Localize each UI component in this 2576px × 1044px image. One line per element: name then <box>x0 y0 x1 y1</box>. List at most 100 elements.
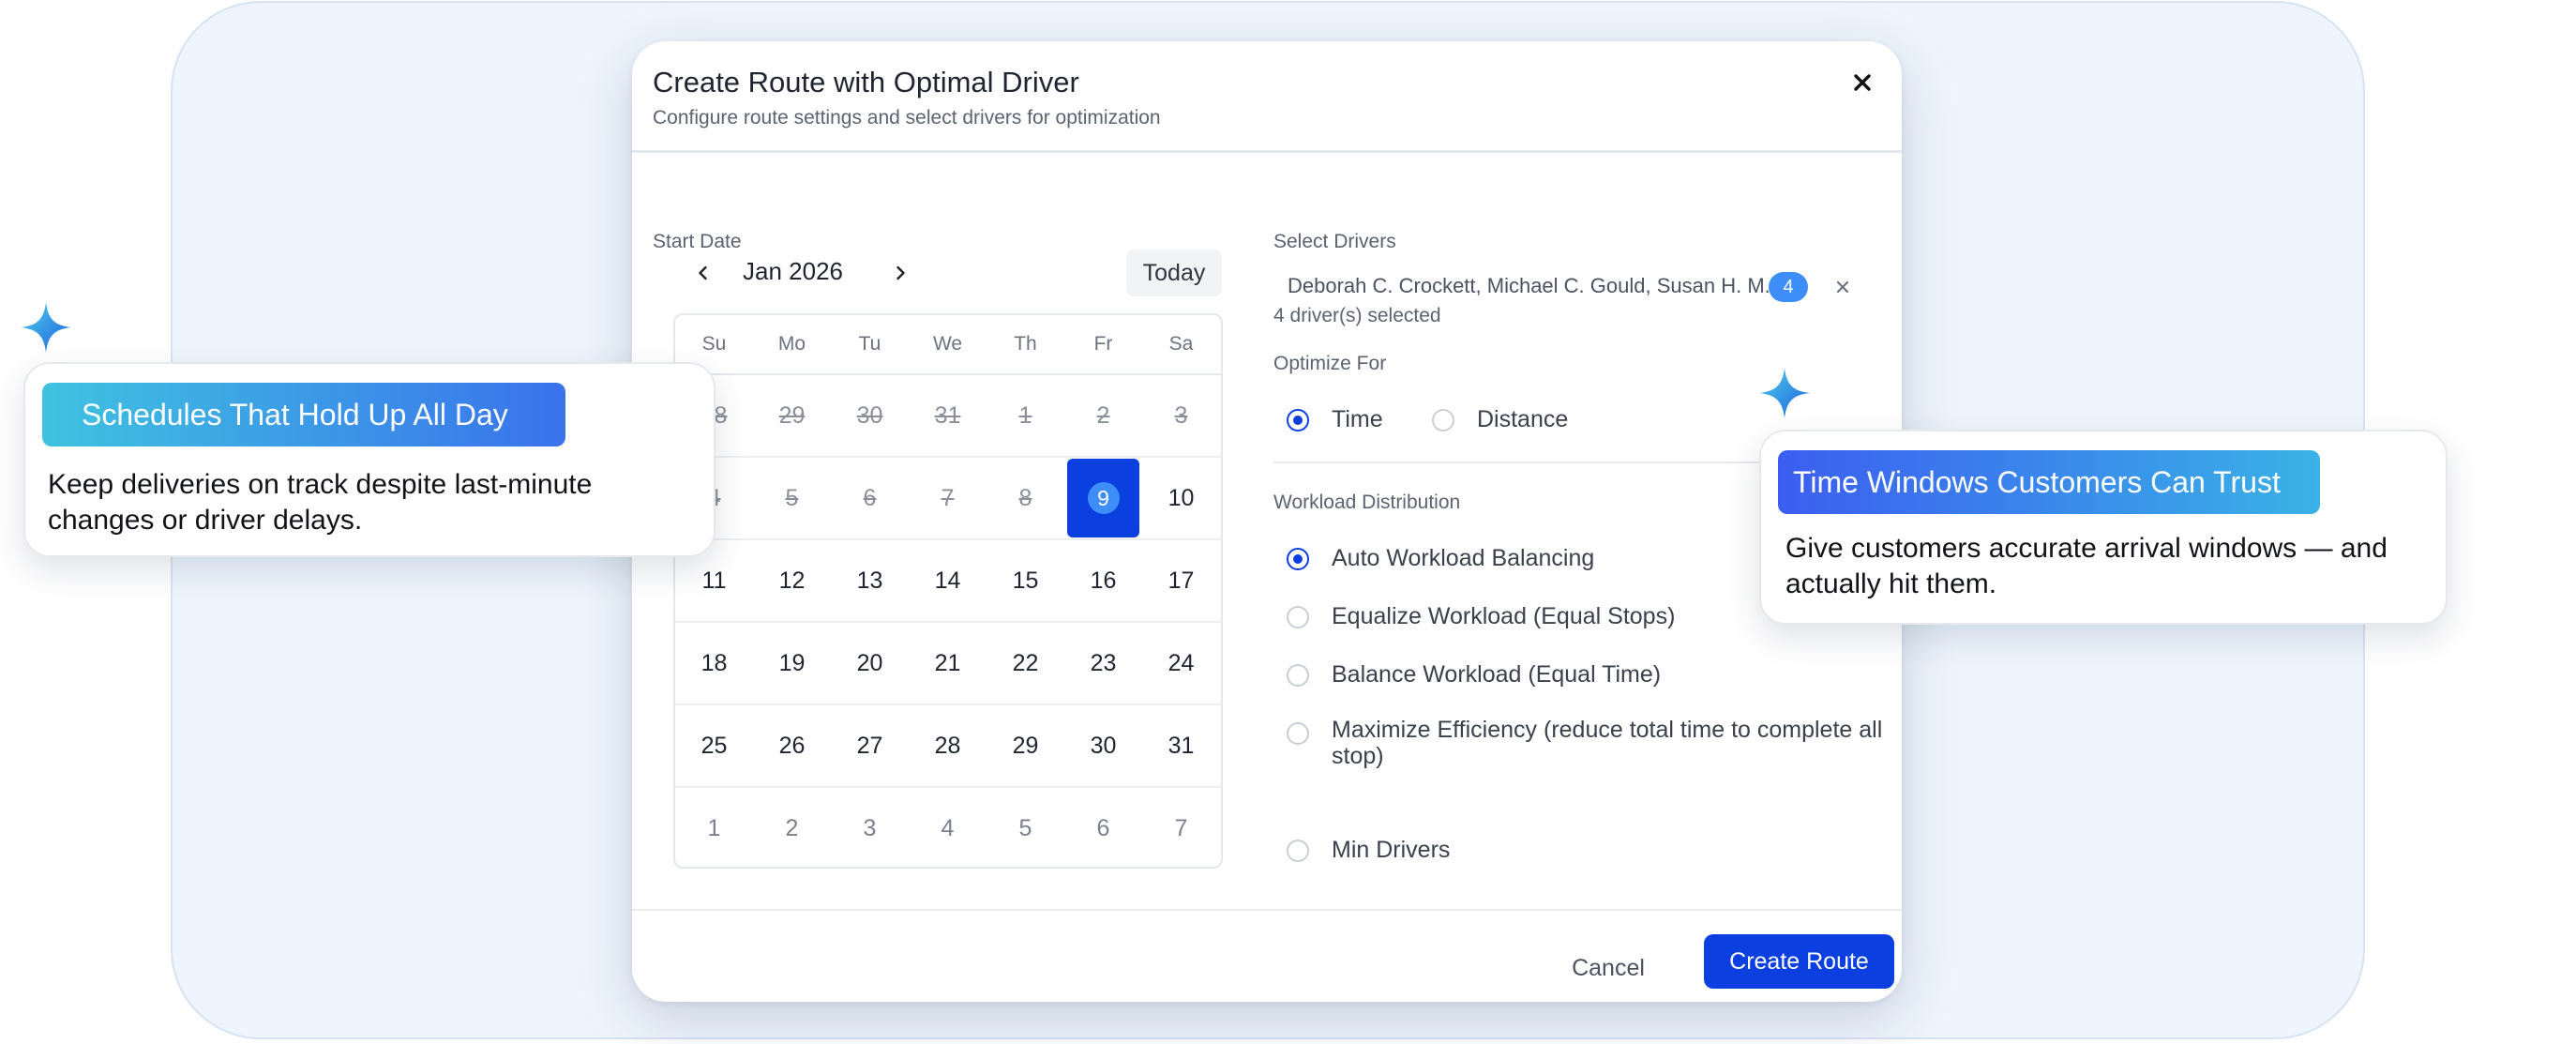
feature-card-right: Time Windows Customers Can Trust Give cu… <box>1759 430 2448 625</box>
radio-label: Min Drivers <box>1332 837 1450 864</box>
radio-unchecked-icon <box>1287 606 1309 628</box>
calendar-day[interactable]: 5 <box>987 788 1064 869</box>
weekday-label: Th <box>987 333 1064 356</box>
calendar-day: 29 <box>753 375 831 456</box>
calendar-day-selected[interactable]: 9 <box>1064 458 1142 538</box>
calendar-day[interactable]: 14 <box>909 540 987 621</box>
calendar-week: 1 2 3 4 5 6 7 <box>675 788 1221 870</box>
calendar-day[interactable]: 30 <box>1064 705 1142 786</box>
radio-label: Auto Workload Balancing <box>1332 545 1594 572</box>
feature-card-text: Give customers accurate arrival windows … <box>1785 531 2433 602</box>
radio-label: Maximize Efficiency (reduce total time t… <box>1332 717 1902 769</box>
month-label: Jan 2026 <box>743 257 843 286</box>
weekday-label: Tu <box>831 333 909 356</box>
calendar-day[interactable]: 1 <box>675 788 753 869</box>
clear-icon[interactable] <box>1830 274 1856 300</box>
driver-count-badge: 4 <box>1769 272 1808 302</box>
calendar-day[interactable]: 19 <box>753 623 831 704</box>
calendar-day[interactable]: 3 <box>831 788 909 869</box>
sparkle-icon <box>19 300 73 355</box>
calendar-day[interactable]: 16 <box>1064 540 1142 621</box>
calendar-day[interactable]: 28 <box>909 705 987 786</box>
workload-distribution-label: Workload Distribution <box>1273 492 1460 514</box>
optimize-for-label: Optimize For <box>1273 353 1386 375</box>
selected-drivers-value: Deborah C. Crockett, Michael C. Gould, S… <box>1288 274 1782 298</box>
optimize-distance-radio[interactable]: Distance <box>1432 406 1568 433</box>
weekday-label: Mo <box>753 333 831 356</box>
calendar-day[interactable]: 31 <box>1142 705 1220 786</box>
calendar-day: 6 <box>831 458 909 538</box>
radio-checked-icon <box>1287 548 1309 570</box>
weekday-label: Su <box>675 333 753 356</box>
calendar-day[interactable]: 7 <box>1142 788 1220 869</box>
calendar-day: 30 <box>831 375 909 456</box>
radio-unchecked-icon <box>1287 664 1309 687</box>
calendar-day: 1 <box>987 375 1064 456</box>
next-month-button[interactable] <box>883 256 917 290</box>
calendar-day[interactable]: 18 <box>675 623 753 704</box>
calendar-day[interactable]: 29 <box>987 705 1064 786</box>
calendar-day[interactable]: 22 <box>987 623 1064 704</box>
optimize-time-radio[interactable]: Time <box>1287 406 1383 433</box>
calendar-day: 8 <box>987 458 1064 538</box>
workload-max-efficiency-radio[interactable]: Maximize Efficiency (reduce total time t… <box>1287 717 1902 769</box>
calendar-day: 7 <box>909 458 987 538</box>
calendar-day[interactable]: 13 <box>831 540 909 621</box>
calendar-week: 11 12 13 14 15 16 17 <box>675 540 1221 623</box>
calendar-day[interactable]: 15 <box>987 540 1064 621</box>
calendar-week: 25 26 27 28 29 30 31 <box>675 705 1221 788</box>
prev-month-button[interactable] <box>686 256 720 290</box>
calendar-day: 3 <box>1142 375 1220 456</box>
radio-unchecked-icon <box>1287 840 1309 862</box>
feature-card-title: Schedules That Hold Up All Day <box>42 383 565 446</box>
radio-label: Balance Workload (Equal Time) <box>1332 661 1661 688</box>
today-button[interactable]: Today <box>1126 250 1222 296</box>
calendar-day[interactable]: 26 <box>753 705 831 786</box>
select-drivers-label: Select Drivers <box>1273 231 1396 253</box>
radio-checked-icon <box>1287 409 1309 431</box>
workload-equal-time-radio[interactable]: Balance Workload (Equal Time) <box>1287 661 1661 688</box>
calendar-day[interactable]: 24 <box>1142 623 1220 704</box>
calendar-day[interactable]: 20 <box>831 623 909 704</box>
calendar-day[interactable]: 4 <box>909 788 987 869</box>
cancel-button[interactable]: Cancel <box>1557 942 1660 994</box>
feature-card-text: Keep deliveries on track despite last-mi… <box>48 467 685 538</box>
drivers-selected-count: 4 driver(s) selected <box>1273 305 1441 327</box>
calendar-day[interactable]: 25 <box>675 705 753 786</box>
workload-auto-radio[interactable]: Auto Workload Balancing <box>1287 545 1594 572</box>
calendar-day: 5 <box>753 458 831 538</box>
footer-divider <box>632 909 1902 911</box>
calendar-day[interactable]: 27 <box>831 705 909 786</box>
calendar-week: 4 5 6 7 8 9 10 <box>675 458 1221 540</box>
weekday-label: We <box>909 333 987 356</box>
weekday-label: Sa <box>1142 333 1220 356</box>
calendar-weekday-header: Su Mo Tu We Th Fr Sa <box>675 315 1221 375</box>
calendar-day[interactable]: 23 <box>1064 623 1142 704</box>
radio-unchecked-icon <box>1432 409 1454 431</box>
calendar-day[interactable]: 10 <box>1142 458 1220 538</box>
selected-day-label: 9 <box>1088 482 1120 514</box>
calendar-day[interactable]: 17 <box>1142 540 1220 621</box>
calendar-week: 28 29 30 31 1 2 3 <box>675 375 1221 458</box>
calendar-day: 2 <box>1064 375 1142 456</box>
feature-card-left: Schedules That Hold Up All Day Keep deli… <box>23 362 716 557</box>
calendar-day[interactable]: 12 <box>753 540 831 621</box>
calendar-day[interactable]: 2 <box>753 788 831 869</box>
sparkle-icon <box>1757 366 1812 420</box>
chevron-left-icon <box>694 264 713 282</box>
create-route-dialog: Create Route with Optimal Driver Configu… <box>632 41 1902 1002</box>
feature-card-title: Time Windows Customers Can Trust <box>1778 450 2320 514</box>
create-route-button[interactable]: Create Route <box>1704 934 1894 989</box>
calendar-day[interactable]: 6 <box>1064 788 1142 869</box>
header-divider <box>632 150 1902 153</box>
workload-equal-stops-radio[interactable]: Equalize Workload (Equal Stops) <box>1287 603 1675 630</box>
workload-min-drivers-radio[interactable]: Min Drivers <box>1287 837 1450 864</box>
weekday-label: Fr <box>1064 333 1142 356</box>
radio-unchecked-icon <box>1287 722 1309 745</box>
radio-label: Distance <box>1477 406 1568 433</box>
calendar-day: 31 <box>909 375 987 456</box>
dialog-title: Create Route with Optimal Driver <box>653 66 1079 99</box>
calendar-day[interactable]: 21 <box>909 623 987 704</box>
close-icon[interactable] <box>1842 62 1883 103</box>
radio-label: Equalize Workload (Equal Stops) <box>1332 603 1675 630</box>
